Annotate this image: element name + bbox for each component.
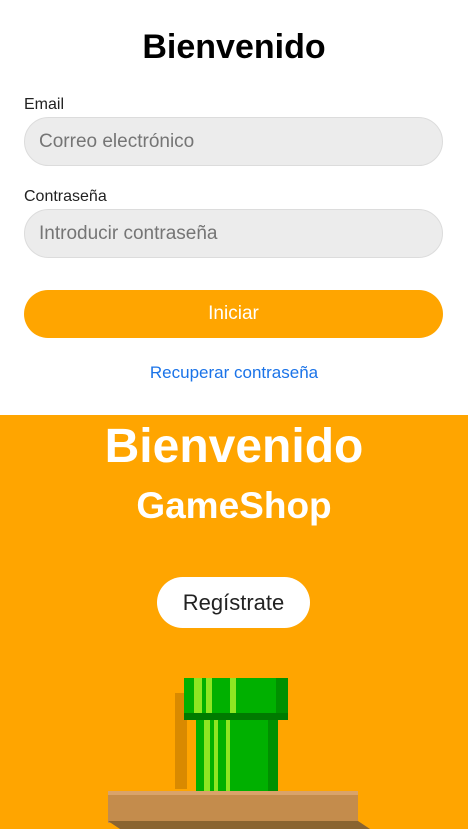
password-input[interactable] [24, 209, 443, 258]
promo-section: Bienvenido GameShop Regístrate [0, 415, 468, 829]
green-pipe-illustration [108, 678, 370, 829]
promo-title: Bienvenido [104, 420, 364, 473]
platform [108, 791, 358, 823]
login-button[interactable]: Iniciar [24, 290, 443, 338]
login-section: Bienvenido Email Contraseña Iniciar Recu… [0, 0, 468, 415]
login-title: Bienvenido [142, 28, 326, 66]
register-button[interactable]: Regístrate [157, 577, 310, 628]
email-input[interactable] [24, 117, 443, 166]
email-label: Email [24, 96, 65, 113]
password-label: Contraseña [24, 188, 107, 205]
promo-subtitle: GameShop [136, 485, 332, 526]
recover-password-link[interactable]: Recuperar contraseña [0, 363, 468, 383]
